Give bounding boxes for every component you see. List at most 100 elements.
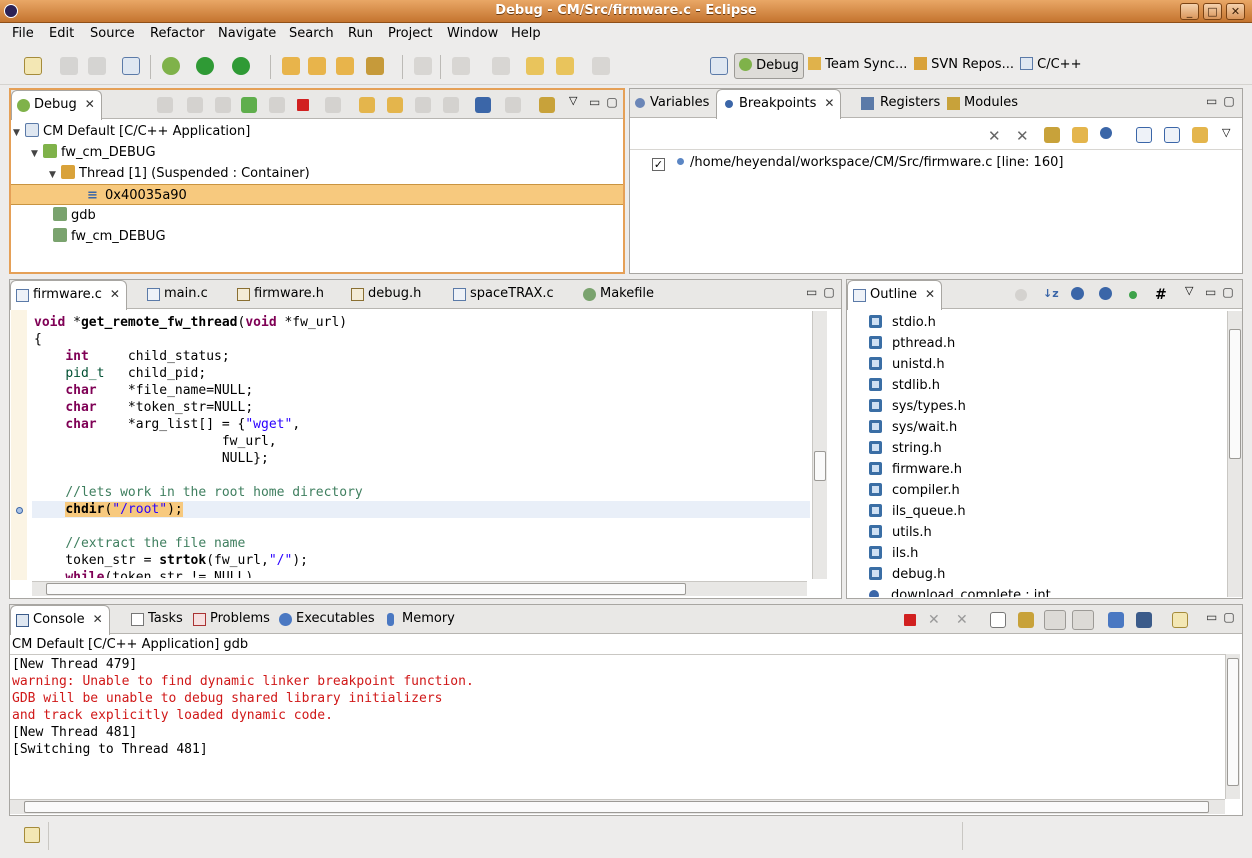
show-supported-breakpoints-icon[interactable] xyxy=(1044,127,1060,143)
menu-window[interactable]: Window xyxy=(447,26,498,41)
tab-variables[interactable]: Variables xyxy=(630,89,715,118)
menu-source[interactable]: Source xyxy=(90,26,135,41)
pin-console-icon[interactable] xyxy=(1108,612,1124,628)
tab-problems[interactable]: Problems xyxy=(188,605,276,634)
menu-edit[interactable]: Edit xyxy=(49,26,74,41)
close-tab-icon[interactable]: ✕ xyxy=(93,612,103,626)
new-icon[interactable] xyxy=(24,57,42,75)
expand-all-icon[interactable] xyxy=(1136,127,1152,143)
debug-run-icon[interactable] xyxy=(162,57,180,75)
tab-console[interactable]: Console ✕ xyxy=(10,605,110,635)
skip-breakpoints-icon[interactable] xyxy=(1100,127,1112,139)
tab-memory[interactable]: Memory xyxy=(380,605,461,634)
print-icon[interactable] xyxy=(88,57,106,75)
go-to-file-icon[interactable] xyxy=(1072,127,1088,143)
console-output-area[interactable]: [New Thread 479] warning: Unable to find… xyxy=(10,654,1225,799)
sort-icon[interactable]: ↓z xyxy=(1043,287,1059,303)
outline-include[interactable]: ils.h xyxy=(869,543,918,564)
hide-fields-icon[interactable] xyxy=(1015,289,1027,301)
group-includes-icon[interactable]: # xyxy=(1155,287,1171,303)
open-perspective-icon[interactable] xyxy=(710,57,728,75)
open-console-icon[interactable] xyxy=(1172,612,1188,628)
outline-include[interactable]: unistd.h xyxy=(869,354,945,375)
terminate-icon[interactable] xyxy=(297,99,309,111)
close-button[interactable]: ✕ xyxy=(1226,3,1245,20)
back-icon[interactable] xyxy=(556,57,574,75)
step-into-icon[interactable] xyxy=(359,97,375,113)
close-tab-icon[interactable]: ✕ xyxy=(85,97,95,111)
perspective-svn[interactable]: SVN Repos... xyxy=(910,53,1018,79)
terminate-icon[interactable] xyxy=(904,614,916,626)
remove-launch-icon[interactable]: ✕ xyxy=(928,612,944,628)
suspend-icon[interactable] xyxy=(269,97,285,113)
outline-include[interactable]: compiler.h xyxy=(869,480,960,501)
show-on-output-icon[interactable] xyxy=(1044,610,1066,630)
menu-run[interactable]: Run xyxy=(348,26,373,41)
menu-file[interactable]: File xyxy=(12,26,34,41)
minimize-maximize-icons[interactable]: ▭▢ xyxy=(589,95,624,109)
display-console-icon[interactable] xyxy=(1136,612,1152,628)
tab-main-c[interactable]: main.c xyxy=(142,280,214,309)
breakpoint-item[interactable]: ✓ /home/heyendal/workspace/CM/Src/firmwar… xyxy=(652,152,1063,173)
tree-item-thread[interactable]: ▼ Thread [1] (Suspended : Container) xyxy=(49,163,310,184)
view-menu-icon[interactable]: ▽ xyxy=(1222,126,1230,139)
close-tab-icon[interactable]: ✕ xyxy=(110,287,120,301)
show-on-error-icon[interactable] xyxy=(1072,610,1094,630)
menu-help[interactable]: Help xyxy=(511,26,541,41)
view-menu-icon[interactable]: ▽ xyxy=(569,94,577,107)
binary-icon[interactable] xyxy=(122,57,140,75)
step-over-icon[interactable] xyxy=(387,97,403,113)
tab-spacetrax-c[interactable]: spaceTRAX.c xyxy=(448,280,560,309)
tree-item-process[interactable]: fw_cm_DEBUG xyxy=(53,226,166,247)
annotation-icon[interactable] xyxy=(414,57,432,75)
drop-to-frame-icon[interactable] xyxy=(443,97,459,113)
tab-executables[interactable]: Executables xyxy=(274,605,381,634)
outline-include[interactable]: firmware.h xyxy=(869,459,962,480)
instruction-stepping-icon[interactable] xyxy=(475,97,491,113)
remove-breakpoint-icon[interactable]: ✕ xyxy=(988,127,1004,145)
editor-vertical-scrollbar[interactable] xyxy=(812,311,827,579)
outline-variable[interactable]: download_complete : int xyxy=(869,585,1051,597)
expand-icon[interactable]: ▼ xyxy=(13,123,25,144)
step-filters-icon[interactable] xyxy=(187,97,203,113)
external-tools-icon[interactable] xyxy=(232,57,250,75)
breakpoint-checkbox[interactable]: ✓ xyxy=(652,158,665,171)
outline-include[interactable]: debug.h xyxy=(869,564,945,585)
hide-non-public-icon[interactable] xyxy=(1099,287,1112,300)
tab-outline[interactable]: Outline ✕ xyxy=(847,280,943,310)
minimize-maximize-icons[interactable]: ▭▢ xyxy=(1206,94,1241,108)
outline-include[interactable]: stdio.h xyxy=(869,312,936,333)
perspective-debug[interactable]: Debug xyxy=(734,53,804,79)
scroll-thumb[interactable] xyxy=(1227,658,1239,786)
perspective-cpp[interactable]: C/C++ xyxy=(1016,53,1085,79)
console-horizontal-scrollbar[interactable] xyxy=(10,799,1225,814)
menu-refactor[interactable]: Refactor xyxy=(150,26,205,41)
tab-firmware-c[interactable]: firmware.c ✕ xyxy=(10,280,127,310)
outline-include[interactable]: pthread.h xyxy=(869,333,955,354)
outline-include[interactable]: string.h xyxy=(869,438,942,459)
outline-include[interactable]: stdlib.h xyxy=(869,375,940,396)
outline-include[interactable]: utils.h xyxy=(869,522,932,543)
tab-breakpoints[interactable]: Breakpoints ✕ xyxy=(716,89,842,119)
console-vertical-scrollbar[interactable] xyxy=(1225,654,1240,799)
last-edit-icon[interactable] xyxy=(526,57,544,75)
tree-item-launch[interactable]: ▼ CM Default [C/C++ Application] xyxy=(13,121,250,142)
minimize-maximize-icons[interactable]: ▭▢ xyxy=(1206,610,1241,624)
minimize-maximize-icons[interactable]: ▭▢ xyxy=(1205,285,1240,299)
prev-annotation-icon[interactable] xyxy=(492,57,510,75)
perspective-team-sync[interactable]: Team Sync... xyxy=(804,53,911,79)
run-icon[interactable] xyxy=(196,57,214,75)
tab-tasks[interactable]: Tasks xyxy=(126,605,189,634)
scroll-thumb[interactable] xyxy=(24,801,1209,813)
tab-modules[interactable]: Modules xyxy=(942,89,1024,118)
tab-firmware-h[interactable]: firmware.h xyxy=(232,280,330,309)
open-project-icon[interactable] xyxy=(282,57,300,75)
expand-icon[interactable]: ▼ xyxy=(31,144,43,165)
outline-include[interactable]: sys/types.h xyxy=(869,396,966,417)
editor-horizontal-scrollbar[interactable] xyxy=(32,581,807,596)
use-step-filters-icon[interactable] xyxy=(505,97,521,113)
remove-all-terminated-icon[interactable]: ✕ xyxy=(956,612,972,628)
close-tab-icon[interactable]: ✕ xyxy=(824,96,834,110)
tab-makefile[interactable]: Makefile xyxy=(578,280,660,309)
debug-settings-icon[interactable] xyxy=(539,97,555,113)
